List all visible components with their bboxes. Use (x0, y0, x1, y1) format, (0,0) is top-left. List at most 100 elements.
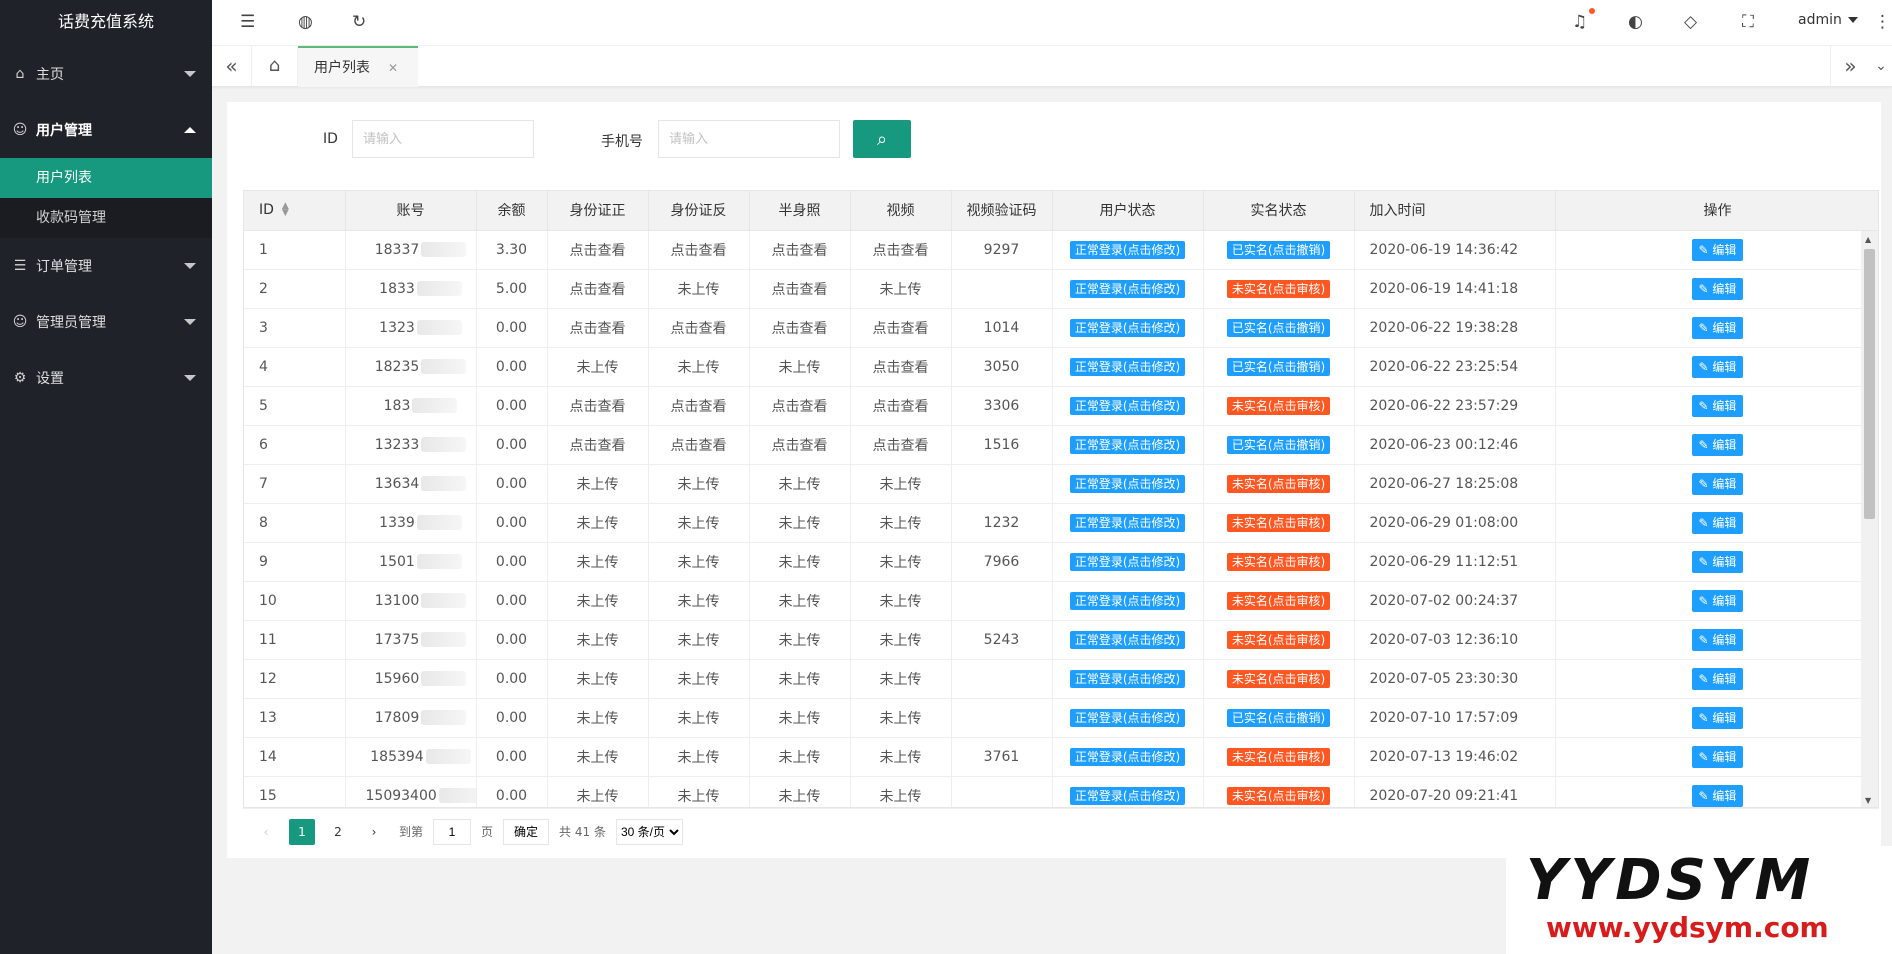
fullscreen-icon[interactable]: ⛶ (1742, 12, 1754, 32)
verify-status-badge[interactable]: 未实名(点击审核) (1226, 630, 1331, 649)
edit-button[interactable]: ✎ 编辑 (1691, 706, 1744, 729)
edit-button[interactable]: ✎ 编辑 (1691, 511, 1744, 534)
view-link[interactable]: 点击查看 (671, 438, 727, 454)
scrollbar-thumb[interactable] (1864, 249, 1875, 519)
sidebar-item-settings[interactable]: ⚙ 设置 (0, 350, 212, 406)
verify-status-badge[interactable]: 已实名(点击撤销) (1226, 435, 1331, 454)
close-icon[interactable]: ✕ (388, 61, 398, 75)
goto-confirm-button[interactable]: 确定 (503, 818, 550, 845)
sidebar-item-admin-management[interactable]: ☺ 管理员管理 (0, 294, 212, 350)
tab-scroll-left-button[interactable]: « (212, 46, 252, 86)
edit-button[interactable]: ✎ 编辑 (1691, 316, 1744, 339)
view-link[interactable]: 点击查看 (873, 321, 929, 337)
user-status-badge[interactable]: 正常登录(点击修改) (1069, 279, 1186, 298)
edit-button[interactable]: ✎ 编辑 (1691, 472, 1744, 495)
page-2[interactable]: 2 (325, 819, 351, 845)
edit-button[interactable]: ✎ 编辑 (1691, 277, 1744, 300)
view-link[interactable]: 点击查看 (873, 360, 929, 376)
verify-status-badge[interactable]: 未实名(点击审核) (1226, 279, 1331, 298)
view-link[interactable]: 点击查看 (772, 243, 828, 259)
tab-scroll-right-button[interactable]: » (1830, 46, 1870, 86)
sidebar-item-qrcode-management[interactable]: 收款码管理 (0, 198, 212, 238)
view-link[interactable]: 点击查看 (570, 438, 626, 454)
more-vertical-icon[interactable]: ⋮ (1874, 12, 1891, 32)
globe-icon[interactable]: ◍ (298, 12, 313, 32)
user-status-badge[interactable]: 正常登录(点击修改) (1069, 669, 1186, 688)
table-scrollbar[interactable]: ▲ ▼ (1861, 231, 1878, 807)
view-link[interactable]: 点击查看 (873, 399, 929, 415)
next-page-icon[interactable]: › (361, 819, 387, 845)
edit-button[interactable]: ✎ 编辑 (1691, 433, 1744, 456)
edit-button[interactable]: ✎ 编辑 (1691, 784, 1744, 807)
view-link[interactable]: 点击查看 (671, 243, 727, 259)
verify-status-badge[interactable]: 未实名(点击审核) (1226, 591, 1331, 610)
user-status-badge[interactable]: 正常登录(点击修改) (1069, 708, 1186, 727)
phone-search-input[interactable] (658, 120, 840, 158)
edit-button[interactable]: ✎ 编辑 (1691, 355, 1744, 378)
view-link[interactable]: 点击查看 (772, 282, 828, 298)
verify-status-badge[interactable]: 未实名(点击审核) (1226, 786, 1331, 805)
sidebar-item-user-management[interactable]: ☺ 用户管理 (0, 102, 212, 158)
goto-page-input[interactable] (433, 818, 472, 845)
edit-button[interactable]: ✎ 编辑 (1691, 628, 1744, 651)
tab-more-chevron-icon[interactable]: ⌄ (1870, 46, 1892, 86)
scroll-down-icon[interactable]: ▼ (1865, 796, 1871, 805)
view-link[interactable]: 点击查看 (570, 399, 626, 415)
view-link[interactable]: 点击查看 (772, 399, 828, 415)
admin-user-menu[interactable]: admin (1798, 12, 1858, 28)
user-status-badge[interactable]: 正常登录(点击修改) (1069, 591, 1186, 610)
edit-button[interactable]: ✎ 编辑 (1691, 394, 1744, 417)
user-status-badge[interactable]: 正常登录(点击修改) (1069, 474, 1186, 493)
column-header[interactable]: ID ▲ ▼ (244, 191, 346, 231)
verify-status-badge[interactable]: 未实名(点击审核) (1226, 474, 1331, 493)
sidebar-item-order-management[interactable]: ☰ 订单管理 (0, 238, 212, 294)
user-status-badge[interactable]: 正常登录(点击修改) (1069, 396, 1186, 415)
bell-icon[interactable]: ♫ (1572, 8, 1596, 32)
per-page-select[interactable]: 30 条/页 (615, 818, 683, 845)
view-link[interactable]: 点击查看 (671, 321, 727, 337)
user-status-badge[interactable]: 正常登录(点击修改) (1069, 240, 1186, 259)
verify-status-badge[interactable]: 未实名(点击审核) (1226, 669, 1331, 688)
verify-status-badge[interactable]: 未实名(点击审核) (1226, 396, 1331, 415)
refresh-icon[interactable]: ↻ (352, 12, 366, 32)
tab-user-list[interactable]: 用户列表 ✕ (298, 46, 419, 87)
verify-status-badge[interactable]: 已实名(点击撤销) (1226, 708, 1331, 727)
view-link[interactable]: 点击查看 (570, 321, 626, 337)
user-status-badge[interactable]: 正常登录(点击修改) (1069, 630, 1186, 649)
view-link[interactable]: 点击查看 (570, 282, 626, 298)
search-button[interactable]: ⌕ (853, 120, 911, 158)
edit-button[interactable]: ✎ 编辑 (1691, 550, 1744, 573)
view-link[interactable]: 点击查看 (873, 438, 929, 454)
edit-button[interactable]: ✎ 编辑 (1691, 667, 1744, 690)
user-status-badge[interactable]: 正常登录(点击修改) (1069, 747, 1186, 766)
user-status-badge[interactable]: 正常登录(点击修改) (1069, 318, 1186, 337)
user-status-badge[interactable]: 正常登录(点击修改) (1069, 435, 1186, 454)
home-tab-icon[interactable]: ⌂ (252, 46, 298, 86)
verify-status-badge[interactable]: 已实名(点击撤销) (1226, 240, 1331, 259)
view-link[interactable]: 点击查看 (772, 321, 828, 337)
page-1[interactable]: 1 (289, 818, 315, 845)
verify-status-badge[interactable]: 未实名(点击审核) (1226, 513, 1331, 532)
user-status-badge[interactable]: 正常登录(点击修改) (1069, 513, 1186, 532)
tag-icon[interactable]: ◇ (1684, 12, 1697, 32)
sidebar-item-home[interactable]: ⌂ 主页 (0, 46, 212, 102)
id-search-input[interactable] (352, 120, 534, 158)
sidebar-item-user-list[interactable]: 用户列表 (0, 158, 212, 198)
view-link[interactable]: 点击查看 (671, 399, 727, 415)
theme-icon[interactable]: ◐ (1628, 12, 1643, 32)
user-status-badge[interactable]: 正常登录(点击修改) (1069, 552, 1186, 571)
user-status-badge[interactable]: 正常登录(点击修改) (1069, 786, 1186, 805)
view-link[interactable]: 点击查看 (873, 243, 929, 259)
prev-page-icon[interactable]: ‹ (253, 819, 279, 845)
view-link[interactable]: 点击查看 (570, 243, 626, 259)
verify-status-badge[interactable]: 已实名(点击撤销) (1226, 357, 1331, 376)
verify-status-badge[interactable]: 未实名(点击审核) (1226, 552, 1331, 571)
edit-button[interactable]: ✎ 编辑 (1691, 589, 1744, 612)
verify-status-badge[interactable]: 未实名(点击审核) (1226, 747, 1331, 766)
edit-button[interactable]: ✎ 编辑 (1691, 745, 1744, 768)
sort-icon[interactable]: ▲ ▼ (282, 202, 289, 218)
scroll-up-icon[interactable]: ▲ (1865, 235, 1871, 244)
user-status-badge[interactable]: 正常登录(点击修改) (1069, 357, 1186, 376)
verify-status-badge[interactable]: 已实名(点击撤销) (1226, 318, 1331, 337)
menu-collapse-icon[interactable]: ☰ (240, 12, 255, 32)
